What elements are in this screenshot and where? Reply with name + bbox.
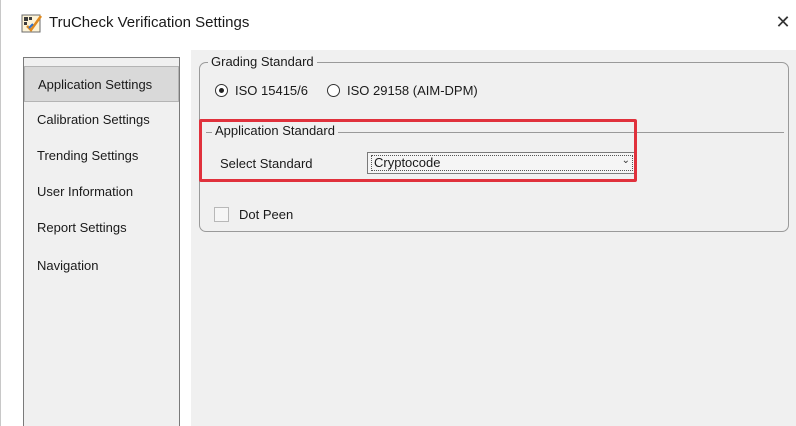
trucheck-app-icon (21, 12, 43, 34)
sidebar-item-report-settings[interactable]: Report Settings (24, 210, 179, 246)
title-bar: TruCheck Verification Settings ✕ (1, 0, 796, 46)
dot-peen-checkbox[interactable]: Dot Peen (214, 207, 293, 222)
radio-button-unchecked-icon[interactable] (327, 84, 340, 97)
settings-content-panel: Grading Standard ISO 15415/6 ISO 29158 (… (191, 50, 796, 426)
radio-button-checked-icon[interactable] (215, 84, 228, 97)
settings-window: TruCheck Verification Settings ✕ Applica… (0, 0, 796, 426)
grading-standard-legend: Grading Standard (208, 54, 317, 69)
close-button[interactable]: ✕ (771, 10, 795, 34)
sidebar-item-calibration-settings[interactable]: Calibration Settings (24, 102, 179, 138)
radio-iso-29158[interactable]: ISO 29158 (AIM-DPM) (327, 83, 478, 98)
highlight-annotation-box (199, 119, 637, 182)
sidebar-item-trending-settings[interactable]: Trending Settings (24, 138, 179, 174)
radio-iso-29158-label: ISO 29158 (AIM-DPM) (347, 83, 478, 98)
sidebar-item-user-information[interactable]: User Information (24, 174, 179, 210)
window-title: TruCheck Verification Settings (49, 14, 250, 31)
sidebar-item-navigation[interactable]: Navigation (24, 248, 179, 284)
radio-iso-15415[interactable]: ISO 15415/6 (215, 83, 308, 98)
settings-sidebar: Application Settings Calibration Setting… (23, 57, 180, 426)
radio-iso-15415-label: ISO 15415/6 (235, 83, 308, 98)
checkbox-unchecked-icon[interactable] (214, 207, 229, 222)
sidebar-item-application-settings[interactable]: Application Settings (24, 66, 179, 102)
dot-peen-label: Dot Peen (239, 207, 294, 222)
